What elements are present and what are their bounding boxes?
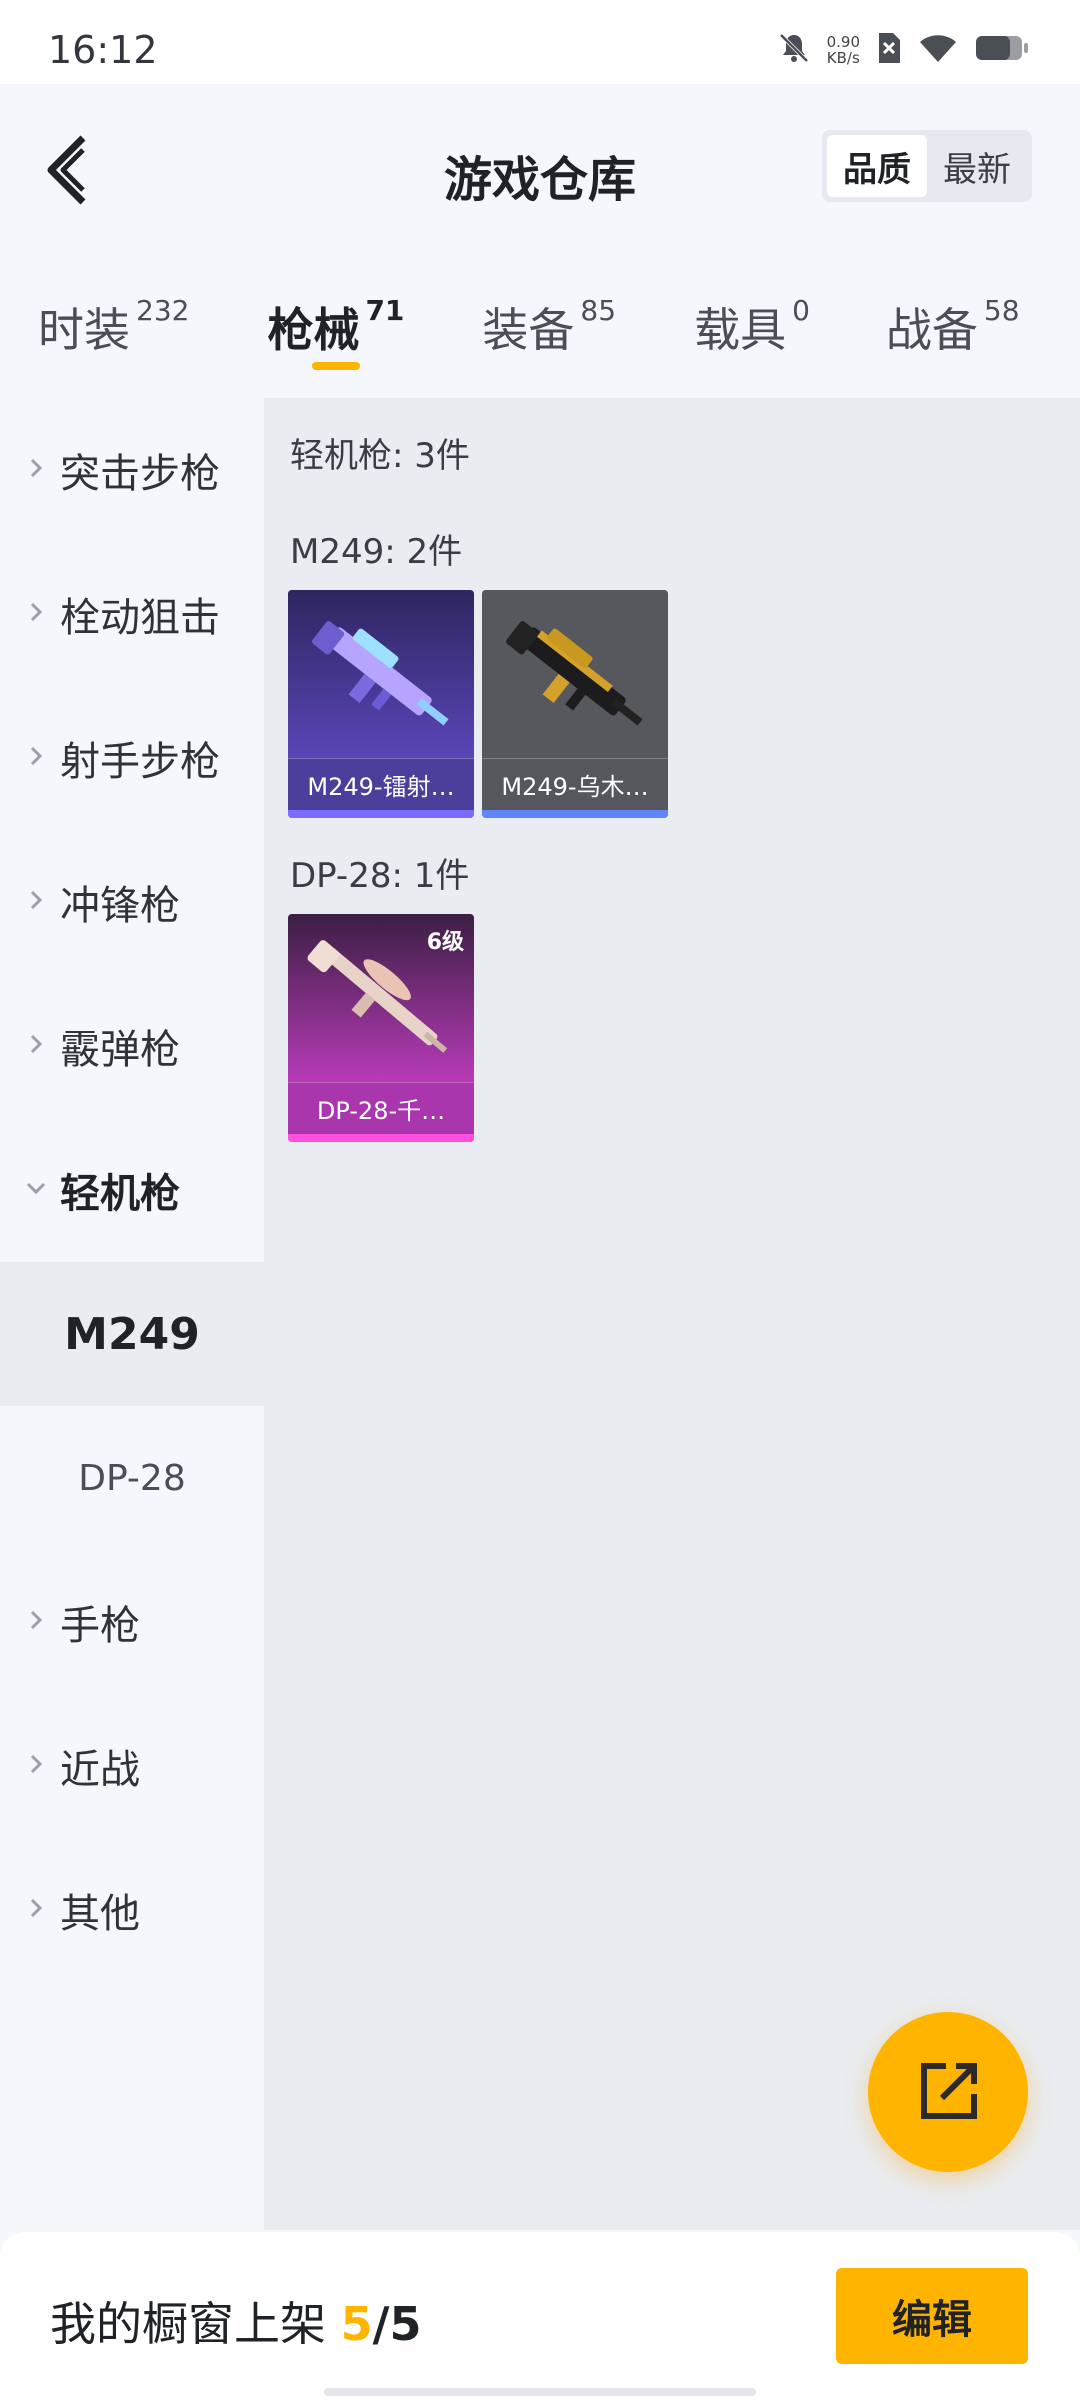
- bell-muted-icon: [777, 31, 811, 69]
- status-bar: 16:12 0.90 KB/s: [0, 0, 1080, 84]
- sidebar-item-other[interactable]: 其他: [0, 1838, 264, 1982]
- battery-icon: [974, 33, 1030, 67]
- sort-newest-button[interactable]: 最新: [927, 135, 1027, 197]
- sidebar-item-shotgun[interactable]: 霰弹枪: [0, 974, 264, 1118]
- item-card[interactable]: M249-乌木…: [482, 590, 668, 818]
- share-fab-button[interactable]: [868, 2012, 1028, 2172]
- sort-quality-button[interactable]: 品质: [827, 135, 927, 197]
- chevron-right-icon: [30, 1610, 43, 1630]
- category-title: 轻机枪: 3件: [290, 436, 470, 476]
- chevron-right-icon: [30, 890, 43, 910]
- m249-laser-gun-image: [288, 590, 474, 758]
- shelf-current-count: 5: [340, 2297, 373, 2351]
- m249-ebony-gun-image: [482, 590, 668, 758]
- category-sidebar: 突击步枪 栓动狙击 射手步枪 冲锋枪 霰弹枪 轻机枪 M249 DP-28 手枪…: [0, 398, 264, 2230]
- home-indicator: [324, 2388, 756, 2396]
- sidebar-subitem-dp28[interactable]: DP-28: [0, 1406, 264, 1550]
- item-card-quality-bar: [288, 810, 474, 818]
- chevron-down-icon: [26, 1182, 46, 1195]
- chevron-right-icon: [30, 1754, 43, 1774]
- status-icons: 0.90 KB/s: [777, 30, 1030, 70]
- status-time: 16:12: [48, 28, 158, 72]
- chevron-right-icon: [30, 1034, 43, 1054]
- tab-firearms[interactable]: 枪械 71: [267, 270, 404, 380]
- chevron-right-icon: [30, 458, 43, 478]
- item-card-quality-bar: [288, 1134, 474, 1142]
- item-content: 轻机枪: 3件 M249: 2件 M249-镭射… M249-乌木… DP-28…: [264, 398, 1080, 2230]
- tab-vehicles[interactable]: 载具 0: [694, 270, 810, 380]
- shelf-max-count: 5: [389, 2297, 422, 2351]
- item-card[interactable]: 6级 DP-28-千…: [288, 914, 474, 1142]
- chevron-right-icon: [30, 602, 43, 622]
- sort-toggle: 品质 最新: [822, 130, 1032, 202]
- sidebar-item-smg[interactable]: 冲锋枪: [0, 830, 264, 974]
- item-level-badge: 6级: [426, 930, 464, 955]
- item-card-label: DP-28-千…: [288, 1082, 474, 1134]
- item-card[interactable]: M249-镭射…: [288, 590, 474, 818]
- chevron-right-icon: [30, 746, 43, 766]
- item-card-quality-bar: [482, 810, 668, 818]
- share-icon: [921, 2063, 977, 2119]
- item-card-label: M249-镭射…: [288, 758, 474, 810]
- header: 游戏仓库 品质 最新: [0, 84, 1080, 254]
- sidebar-item-melee[interactable]: 近战: [0, 1694, 264, 1838]
- tab-fashion[interactable]: 时装 232: [38, 270, 189, 380]
- wifi-icon: [918, 32, 958, 68]
- active-tab-indicator: [312, 362, 361, 370]
- bottom-bar: 我的橱窗上架 5/5 编辑: [0, 2232, 1080, 2400]
- chevron-right-icon: [30, 1898, 43, 1918]
- category-tabs: 时装 232 枪械 71 装备 85 载具 0 战备 58: [0, 270, 1080, 380]
- group-title-dp28: DP-28: 1件: [290, 856, 470, 896]
- sidebar-item-bolt-sniper[interactable]: 栓动狙击: [0, 542, 264, 686]
- group-title-m249: M249: 2件: [290, 532, 463, 572]
- shelf-status: 我的橱窗上架 5/5: [50, 2297, 422, 2351]
- sidebar-item-assault-rifle[interactable]: 突击步枪: [0, 398, 264, 542]
- item-card-label: M249-乌木…: [482, 758, 668, 810]
- sidebar-item-marksman-rifle[interactable]: 射手步枪: [0, 686, 264, 830]
- edit-button[interactable]: 编辑: [836, 2268, 1028, 2364]
- tab-equipment[interactable]: 装备 85: [482, 270, 616, 380]
- tab-supplies[interactable]: 战备 58: [886, 270, 1020, 380]
- sim-off-icon: [876, 31, 902, 69]
- sidebar-item-pistol[interactable]: 手枪: [0, 1550, 264, 1694]
- net-speed: 0.90 KB/s: [826, 33, 860, 67]
- sidebar-subitem-m249[interactable]: M249: [0, 1262, 264, 1406]
- sidebar-item-lmg[interactable]: 轻机枪: [0, 1118, 264, 1262]
